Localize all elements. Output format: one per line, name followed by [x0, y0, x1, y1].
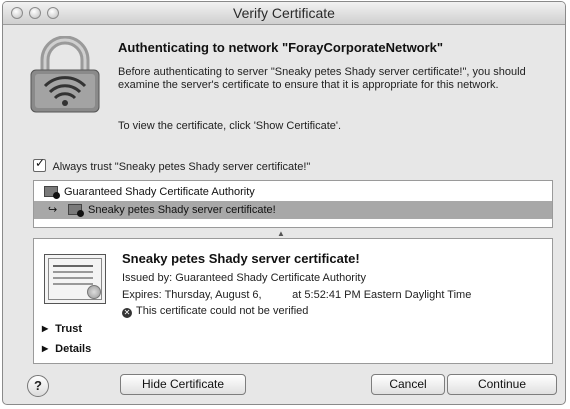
certificate-icon — [44, 186, 60, 199]
certificate-chain-list[interactable]: Guaranteed Shady Certificate Authority ↪… — [33, 180, 553, 228]
cert-detail-name: Sneaky petes Shady server certificate! — [122, 251, 360, 266]
cert-chain-item-root[interactable]: Guaranteed Shady Certificate Authority — [34, 183, 552, 201]
continue-button[interactable]: Continue — [447, 374, 557, 395]
lock-wifi-icon — [30, 36, 100, 113]
details-section-label: Details — [55, 343, 92, 355]
cert-chain-label: Sneaky petes Shady server certificate! — [88, 204, 276, 216]
cancel-button[interactable]: Cancel — [371, 374, 445, 395]
checkmark-icon: ✓ — [35, 156, 46, 170]
certificate-icon — [68, 204, 84, 217]
auth-description: Before authenticating to server "Sneaky … — [118, 66, 526, 91]
split-resize-handle[interactable]: ▲ — [277, 229, 285, 238]
always-trust-checkbox[interactable]: ✓ — [33, 156, 46, 172]
cert-chain-item-server[interactable]: ↪ Sneaky petes Shady server certificate! — [34, 201, 552, 219]
auth-hint: To view the certificate, click 'Show Cer… — [118, 120, 342, 132]
always-trust-label[interactable]: Always trust "Sneaky petes Shady server … — [52, 161, 310, 173]
certificate-large-icon — [44, 254, 106, 304]
trust-disclosure[interactable]: ▶ Trust — [42, 323, 82, 335]
auth-title: Authenticating to network "ForayCorporat… — [118, 40, 444, 55]
cert-chain-label: Guaranteed Shady Certificate Authority — [64, 186, 255, 198]
chain-arrow-icon: ↪ — [48, 204, 58, 216]
cert-issued-by: Issued by: Guaranteed Shady Certificate … — [122, 272, 366, 284]
title-bar: Verify Certificate — [3, 2, 565, 25]
trust-section-label: Trust — [55, 323, 83, 335]
cert-status: ✕ This certificate could not be verified — [122, 305, 308, 318]
help-button[interactable]: ? — [27, 375, 49, 397]
details-disclosure[interactable]: ▶ Details — [42, 343, 91, 355]
verify-certificate-window: Verify Certificate Authenticating to net… — [2, 1, 566, 405]
disclosure-triangle-icon: ▶ — [42, 324, 49, 333]
cert-expires: Expires: Thursday, August 6, at 5:52:41 … — [122, 289, 472, 301]
disclosure-triangle-icon: ▶ — [42, 344, 49, 353]
hide-certificate-button[interactable]: Hide Certificate — [120, 374, 246, 395]
always-trust-checkbox-row[interactable]: ✓ Always trust "Sneaky petes Shady serve… — [33, 156, 310, 173]
error-x-icon: ✕ — [122, 308, 132, 318]
cert-status-text: This certificate could not be verified — [136, 305, 309, 317]
window-title: Verify Certificate — [233, 5, 335, 21]
certificate-detail-panel: Sneaky petes Shady server certificate! I… — [33, 238, 553, 364]
